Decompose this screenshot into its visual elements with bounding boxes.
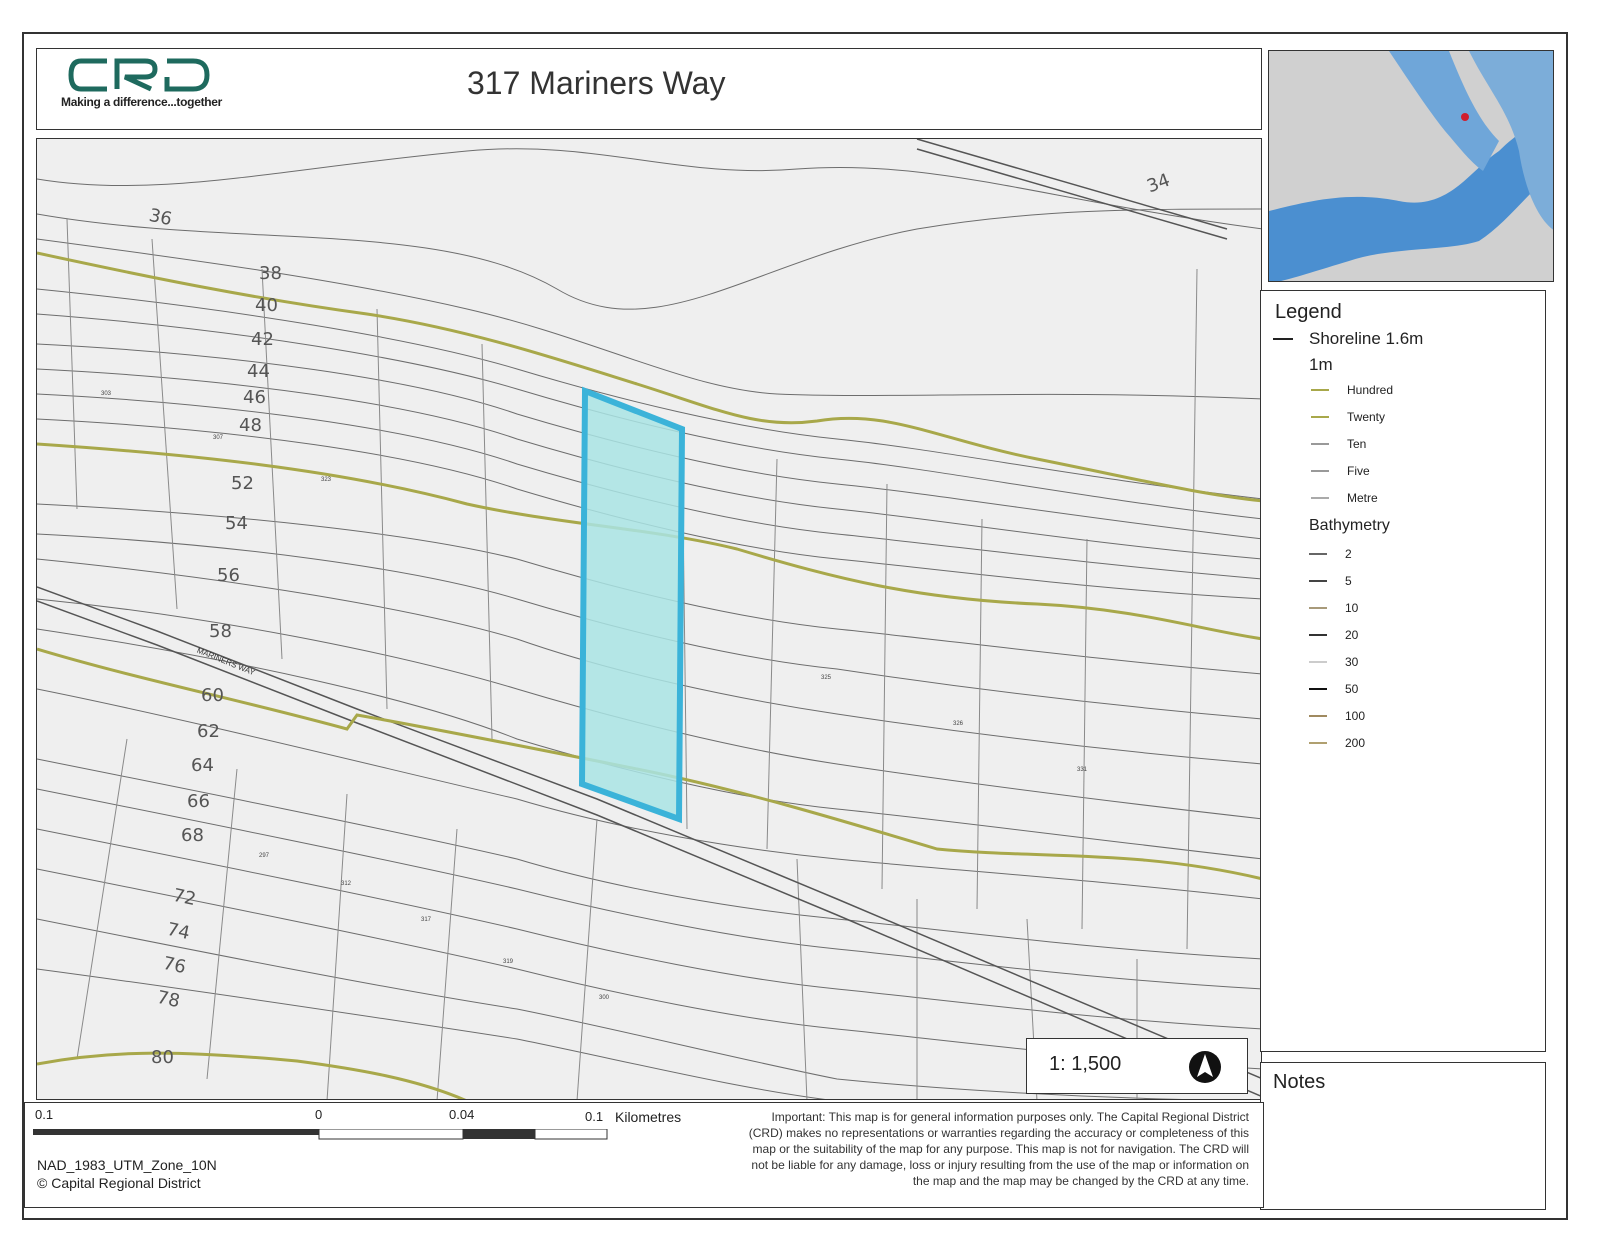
notes-title: Notes <box>1273 1071 1326 1093</box>
parcel-number: 317 <box>421 917 432 923</box>
legend-contour-row: Twenty <box>1311 410 1385 424</box>
legend-line <box>1309 742 1327 744</box>
legend-line <box>1309 661 1327 663</box>
parcel-number: 307 <box>213 435 224 441</box>
overview-map-canvas <box>1269 51 1553 281</box>
legend-bathymetry-label: 200 <box>1345 736 1366 750</box>
legend-line <box>1309 580 1327 582</box>
legend-bathymetry-title: Bathymetry <box>1309 517 1390 534</box>
legend-contour-label: Five <box>1347 464 1370 478</box>
legend-contour-row: Ten <box>1311 437 1366 451</box>
legend-line <box>1309 688 1327 690</box>
legend-line <box>1311 389 1329 391</box>
notes-panel: Notes <box>1260 1062 1546 1210</box>
parcel-number: 326 <box>953 721 964 727</box>
legend-bathymetry-row: 200 <box>1309 736 1365 750</box>
legend-line <box>1273 338 1293 340</box>
legend-bathymetry-row: 50 <box>1309 682 1358 696</box>
location-marker <box>1461 113 1469 121</box>
parcel-number: 312 <box>341 881 352 887</box>
legend-line <box>1309 634 1327 636</box>
parcel-number: 323 <box>321 477 332 483</box>
legend-line <box>1311 443 1329 445</box>
legend-shoreline: Shoreline 1.6m <box>1273 329 1423 349</box>
scalebar-unit: Kilometres <box>615 1109 682 1125</box>
scalebar-zero-label: 0 <box>315 1107 323 1122</box>
header-panel: Making a difference...together 317 Marin… <box>36 48 1262 130</box>
parcel-number: 331 <box>1077 767 1088 773</box>
legend-bathymetry-label: 10 <box>1345 601 1359 615</box>
north-arrow-icon <box>1189 1051 1221 1083</box>
scalebar-mid-label: 0.04 <box>449 1107 475 1122</box>
disclaimer: Important: This map is for general infor… <box>748 1110 1249 1188</box>
main-map[interactable]: 36 38 40 42 44 46 48 52 54 56 58 60 62 6… <box>36 138 1262 1100</box>
logo-tagline: Making a difference...together <box>61 95 223 109</box>
legend-contour-label: Metre <box>1347 491 1378 505</box>
legend-line <box>1309 607 1327 609</box>
parcel-numbers: 303 307 323 325 326 331 297 312 317 319 … <box>37 139 1261 1099</box>
legend-line <box>1311 497 1329 499</box>
legend-bathymetry-label: 100 <box>1345 709 1366 723</box>
legend-line <box>1309 715 1327 717</box>
overview-map[interactable] <box>1268 50 1554 282</box>
legend-panel: Legend Shoreline 1.6m 1m Hundred Twenty … <box>1260 290 1546 1052</box>
legend-contour-row: Metre <box>1311 491 1378 505</box>
parcel-number: 325 <box>821 675 832 681</box>
legend-shoreline-label: Shoreline 1.6m <box>1309 329 1424 348</box>
legend-bathymetry-row: 10 <box>1309 601 1358 615</box>
legend-bathymetry-label: 5 <box>1345 574 1352 588</box>
scalebar-right-label: 0.1 <box>585 1109 604 1124</box>
footer-panel: 0.1 0 0.04 0.1 Kilometres NAD_1983_UTM_Z… <box>24 1102 1264 1208</box>
scale-ratio: 1: 1,500 <box>1049 1053 1122 1075</box>
parcel-number: 319 <box>503 959 514 965</box>
legend-bathymetry-row: 30 <box>1309 655 1358 669</box>
crd-logo <box>68 58 210 92</box>
legend-bathymetry-label: 20 <box>1345 628 1359 642</box>
coordinate-system: NAD_1983_UTM_Zone_10N <box>37 1157 217 1173</box>
scalebar-left-label: 0.1 <box>35 1107 54 1122</box>
parcel-number: 297 <box>259 853 270 859</box>
legend-bathymetry-row: 5 <box>1309 574 1352 588</box>
legend-contour-row: Five <box>1311 464 1370 478</box>
map-title: 317 Mariners Way <box>467 65 726 101</box>
legend-title: Legend <box>1275 301 1342 323</box>
copyright: © Capital Regional District <box>37 1175 201 1191</box>
legend-1m-label: 1m <box>1309 355 1333 374</box>
legend-contour-label: Twenty <box>1347 410 1386 424</box>
scale-box: 1: 1,500 <box>1026 1038 1248 1094</box>
legend-contour-row: Hundred <box>1311 383 1393 397</box>
legend-line <box>1309 553 1327 555</box>
legend-contour-label: Hundred <box>1347 383 1394 397</box>
legend-line <box>1311 470 1329 472</box>
legend-bathymetry-label: 50 <box>1345 682 1359 696</box>
parcel-number: 303 <box>101 391 112 397</box>
legend-bathymetry-row: 20 <box>1309 628 1358 642</box>
legend-bathymetry-label: 2 <box>1345 547 1352 561</box>
legend-line <box>1311 416 1329 418</box>
legend-bathymetry-row: 100 <box>1309 709 1365 723</box>
legend-bathymetry-row: 2 <box>1309 547 1352 561</box>
parcel-number: 300 <box>599 995 610 1001</box>
scale-bar <box>33 1129 608 1140</box>
legend-contour-label: Ten <box>1347 437 1367 451</box>
legend-bathymetry-label: 30 <box>1345 655 1359 669</box>
